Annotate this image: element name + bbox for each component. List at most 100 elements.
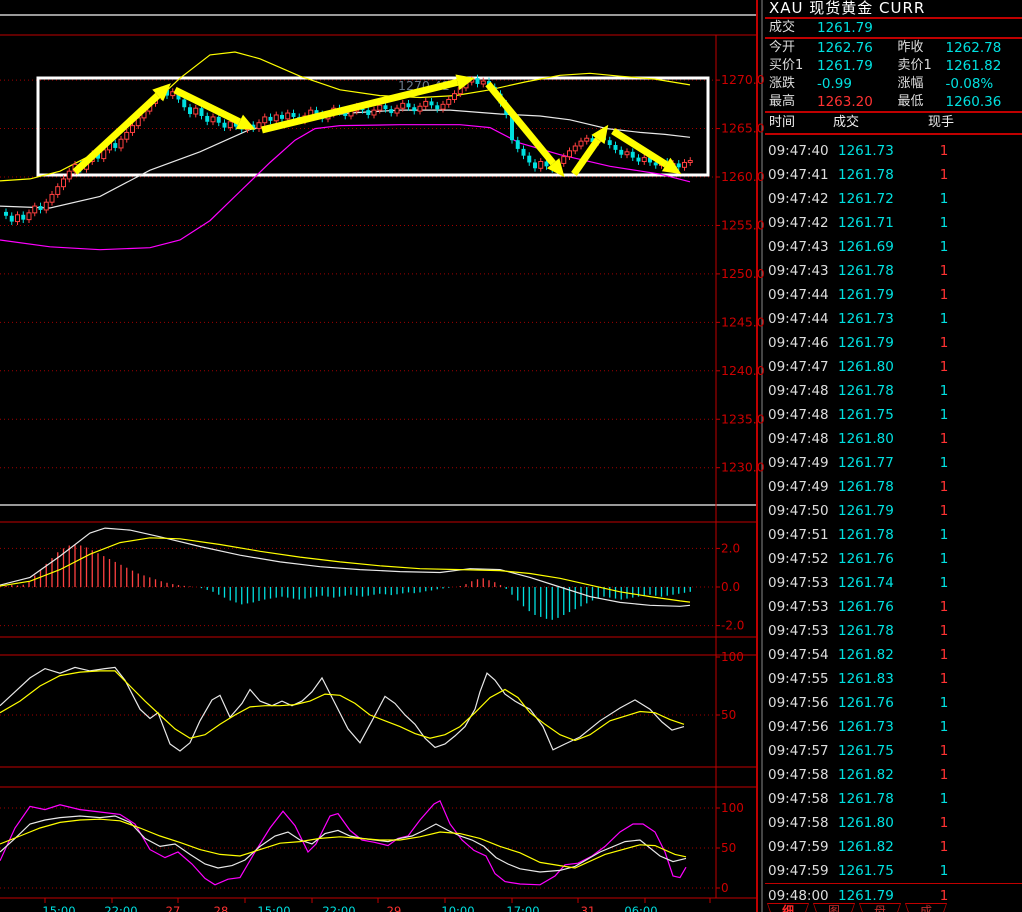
col-time-label: 时间 <box>765 113 833 133</box>
quote-field-row: 涨跌-0.99涨幅-0.08% <box>765 75 1022 93</box>
field-label: 涨跌 <box>765 75 817 93</box>
sales-row[interactable]: 09:47:471261.801 <box>765 355 1022 379</box>
sales-row[interactable]: 09:47:531261.761 <box>765 595 1022 619</box>
sales-row[interactable]: 09:47:531261.741 <box>765 571 1022 595</box>
sales-row[interactable]: 09:47:431261.691 <box>765 235 1022 259</box>
trade-time: 09:47:48 <box>765 379 838 403</box>
trade-volume: 1 <box>914 499 974 523</box>
bottom-tabs: 细图母成 <box>767 903 947 912</box>
sales-row[interactable]: 09:47:571261.751 <box>765 739 1022 763</box>
trade-time: 09:47:49 <box>765 475 838 499</box>
sales-row[interactable]: 09:47:531261.781 <box>765 619 1022 643</box>
trade-price: 1261.78 <box>838 379 914 403</box>
sales-row[interactable]: 09:47:591261.751 <box>765 859 1022 883</box>
field-value: 1260.36 <box>946 93 1002 111</box>
sales-row[interactable]: 09:47:491261.771 <box>765 451 1022 475</box>
svg-text:50: 50 <box>721 841 736 855</box>
trade-volume: 1 <box>914 643 974 667</box>
sales-row[interactable]: 09:47:481261.781 <box>765 379 1022 403</box>
sales-row[interactable]: 09:47:411261.781 <box>765 163 1022 187</box>
sales-row[interactable]: 09:47:591261.821 <box>765 835 1022 859</box>
instrument-title: XAU 现货黄金 CURR <box>765 0 1022 19</box>
trade-price: 1261.80 <box>838 427 914 451</box>
svg-text:31: 31 <box>581 904 596 912</box>
trade-volume: 1 <box>914 547 974 571</box>
trade-price: 1261.78 <box>838 787 914 811</box>
trade-volume: 1 <box>914 427 974 451</box>
sales-row[interactable]: 09:47:561261.731 <box>765 715 1022 739</box>
trade-price: 1261.78 <box>838 523 914 547</box>
trade-price: 1261.76 <box>838 547 914 571</box>
sales-row[interactable]: 09:47:521261.761 <box>765 547 1022 571</box>
trade-price: 1261.79 <box>838 283 914 307</box>
time-sales-list[interactable]: 09:47:401261.73109:47:411261.78109:47:42… <box>765 135 1022 908</box>
trade-price: 1261.82 <box>838 835 914 859</box>
sales-row[interactable]: 09:47:511261.781 <box>765 523 1022 547</box>
trade-volume: 1 <box>914 211 974 235</box>
trade-price: 1261.71 <box>838 211 914 235</box>
sales-row[interactable]: 09:47:481261.751 <box>765 403 1022 427</box>
trade-time: 09:47:46 <box>765 331 838 355</box>
trade-time: 09:47:58 <box>765 763 838 787</box>
trade-price: 1261.83 <box>838 667 914 691</box>
sales-row[interactable]: 09:47:431261.781 <box>765 259 1022 283</box>
sales-row[interactable]: 09:47:541261.821 <box>765 643 1022 667</box>
trade-price: 1261.78 <box>838 163 914 187</box>
price-chart-canvas[interactable]: 1270.01265.01260.01255.01250.01245.01240… <box>0 0 765 912</box>
quote-panel: XAU 现货黄金 CURR 成交1261.79今开1262.76昨收1262.7… <box>765 0 1022 912</box>
tab-图[interactable]: 图 <box>813 903 855 912</box>
tab-成[interactable]: 成 <box>905 903 947 912</box>
trade-time: 09:47:56 <box>765 691 838 715</box>
trade-price: 1261.73 <box>838 715 914 739</box>
sales-row[interactable]: 09:47:441261.791 <box>765 283 1022 307</box>
sales-row[interactable]: 09:47:441261.731 <box>765 307 1022 331</box>
trade-time: 09:47:49 <box>765 451 838 475</box>
time-axis: 15:0022:00272815:0022:002910:0017:003106… <box>42 898 710 912</box>
svg-text:0.0: 0.0 <box>721 580 740 594</box>
field-value: 1261.82 <box>946 57 1002 75</box>
quote-field-row: 买价11261.79卖价11261.82 <box>765 57 1022 75</box>
sales-row[interactable]: 09:47:581261.821 <box>765 763 1022 787</box>
sales-row[interactable]: 09:47:561261.761 <box>765 691 1022 715</box>
svg-text:22:00: 22:00 <box>322 904 355 912</box>
trade-time: 09:47:43 <box>765 235 838 259</box>
quote-field-row: 今开1262.76昨收1262.78 <box>765 39 1022 57</box>
sales-row[interactable]: 09:47:581261.781 <box>765 787 1022 811</box>
sales-row[interactable]: 09:47:581261.801 <box>765 811 1022 835</box>
field-value: -0.99 <box>817 75 852 93</box>
sales-row[interactable]: 09:47:461261.791 <box>765 331 1022 355</box>
trade-time: 09:47:48 <box>765 403 838 427</box>
svg-text:1260.0: 1260.0 <box>721 169 765 184</box>
trade-volume: 1 <box>914 739 974 763</box>
trade-volume: 1 <box>914 379 974 403</box>
sales-row[interactable]: 09:47:551261.831 <box>765 667 1022 691</box>
svg-text:22:00: 22:00 <box>104 904 137 912</box>
svg-text:1240.0: 1240.0 <box>721 363 765 378</box>
grid-and-scales: 1270.01265.01260.01255.01250.01245.01240… <box>0 72 765 895</box>
field-value: 1261.79 <box>817 19 873 37</box>
trade-volume: 1 <box>914 835 974 859</box>
sales-row[interactable]: 09:47:421261.721 <box>765 187 1022 211</box>
trade-price: 1261.73 <box>838 307 914 331</box>
svg-text:15:00: 15:00 <box>42 904 75 912</box>
trade-time: 09:47:51 <box>765 523 838 547</box>
chart-area[interactable]: 1270.01265.01260.01255.01250.01245.01240… <box>0 0 765 912</box>
sales-row[interactable]: 09:47:421261.711 <box>765 211 1022 235</box>
sales-row[interactable]: 09:47:501261.791 <box>765 499 1022 523</box>
sales-row[interactable]: 09:47:481261.801 <box>765 427 1022 451</box>
sales-row[interactable]: 09:47:491261.781 <box>765 475 1022 499</box>
trade-time: 09:47:57 <box>765 739 838 763</box>
trade-time: 09:47:59 <box>765 859 838 883</box>
sales-row[interactable]: 09:47:401261.731 <box>765 139 1022 163</box>
trade-volume: 1 <box>914 163 974 187</box>
tab-细[interactable]: 细 <box>767 903 809 912</box>
trade-volume: 1 <box>914 235 974 259</box>
trade-time: 09:47:53 <box>765 571 838 595</box>
svg-text:50: 50 <box>721 708 736 722</box>
svg-text:1230.0: 1230.0 <box>721 460 765 475</box>
trade-time: 09:47:47 <box>765 355 838 379</box>
trade-price: 1261.69 <box>838 235 914 259</box>
tab-母[interactable]: 母 <box>859 903 901 912</box>
quote-fields: 成交1261.79今开1262.76昨收1262.78买价11261.79卖价1… <box>765 19 1022 113</box>
field-value: 1262.78 <box>946 39 1002 57</box>
